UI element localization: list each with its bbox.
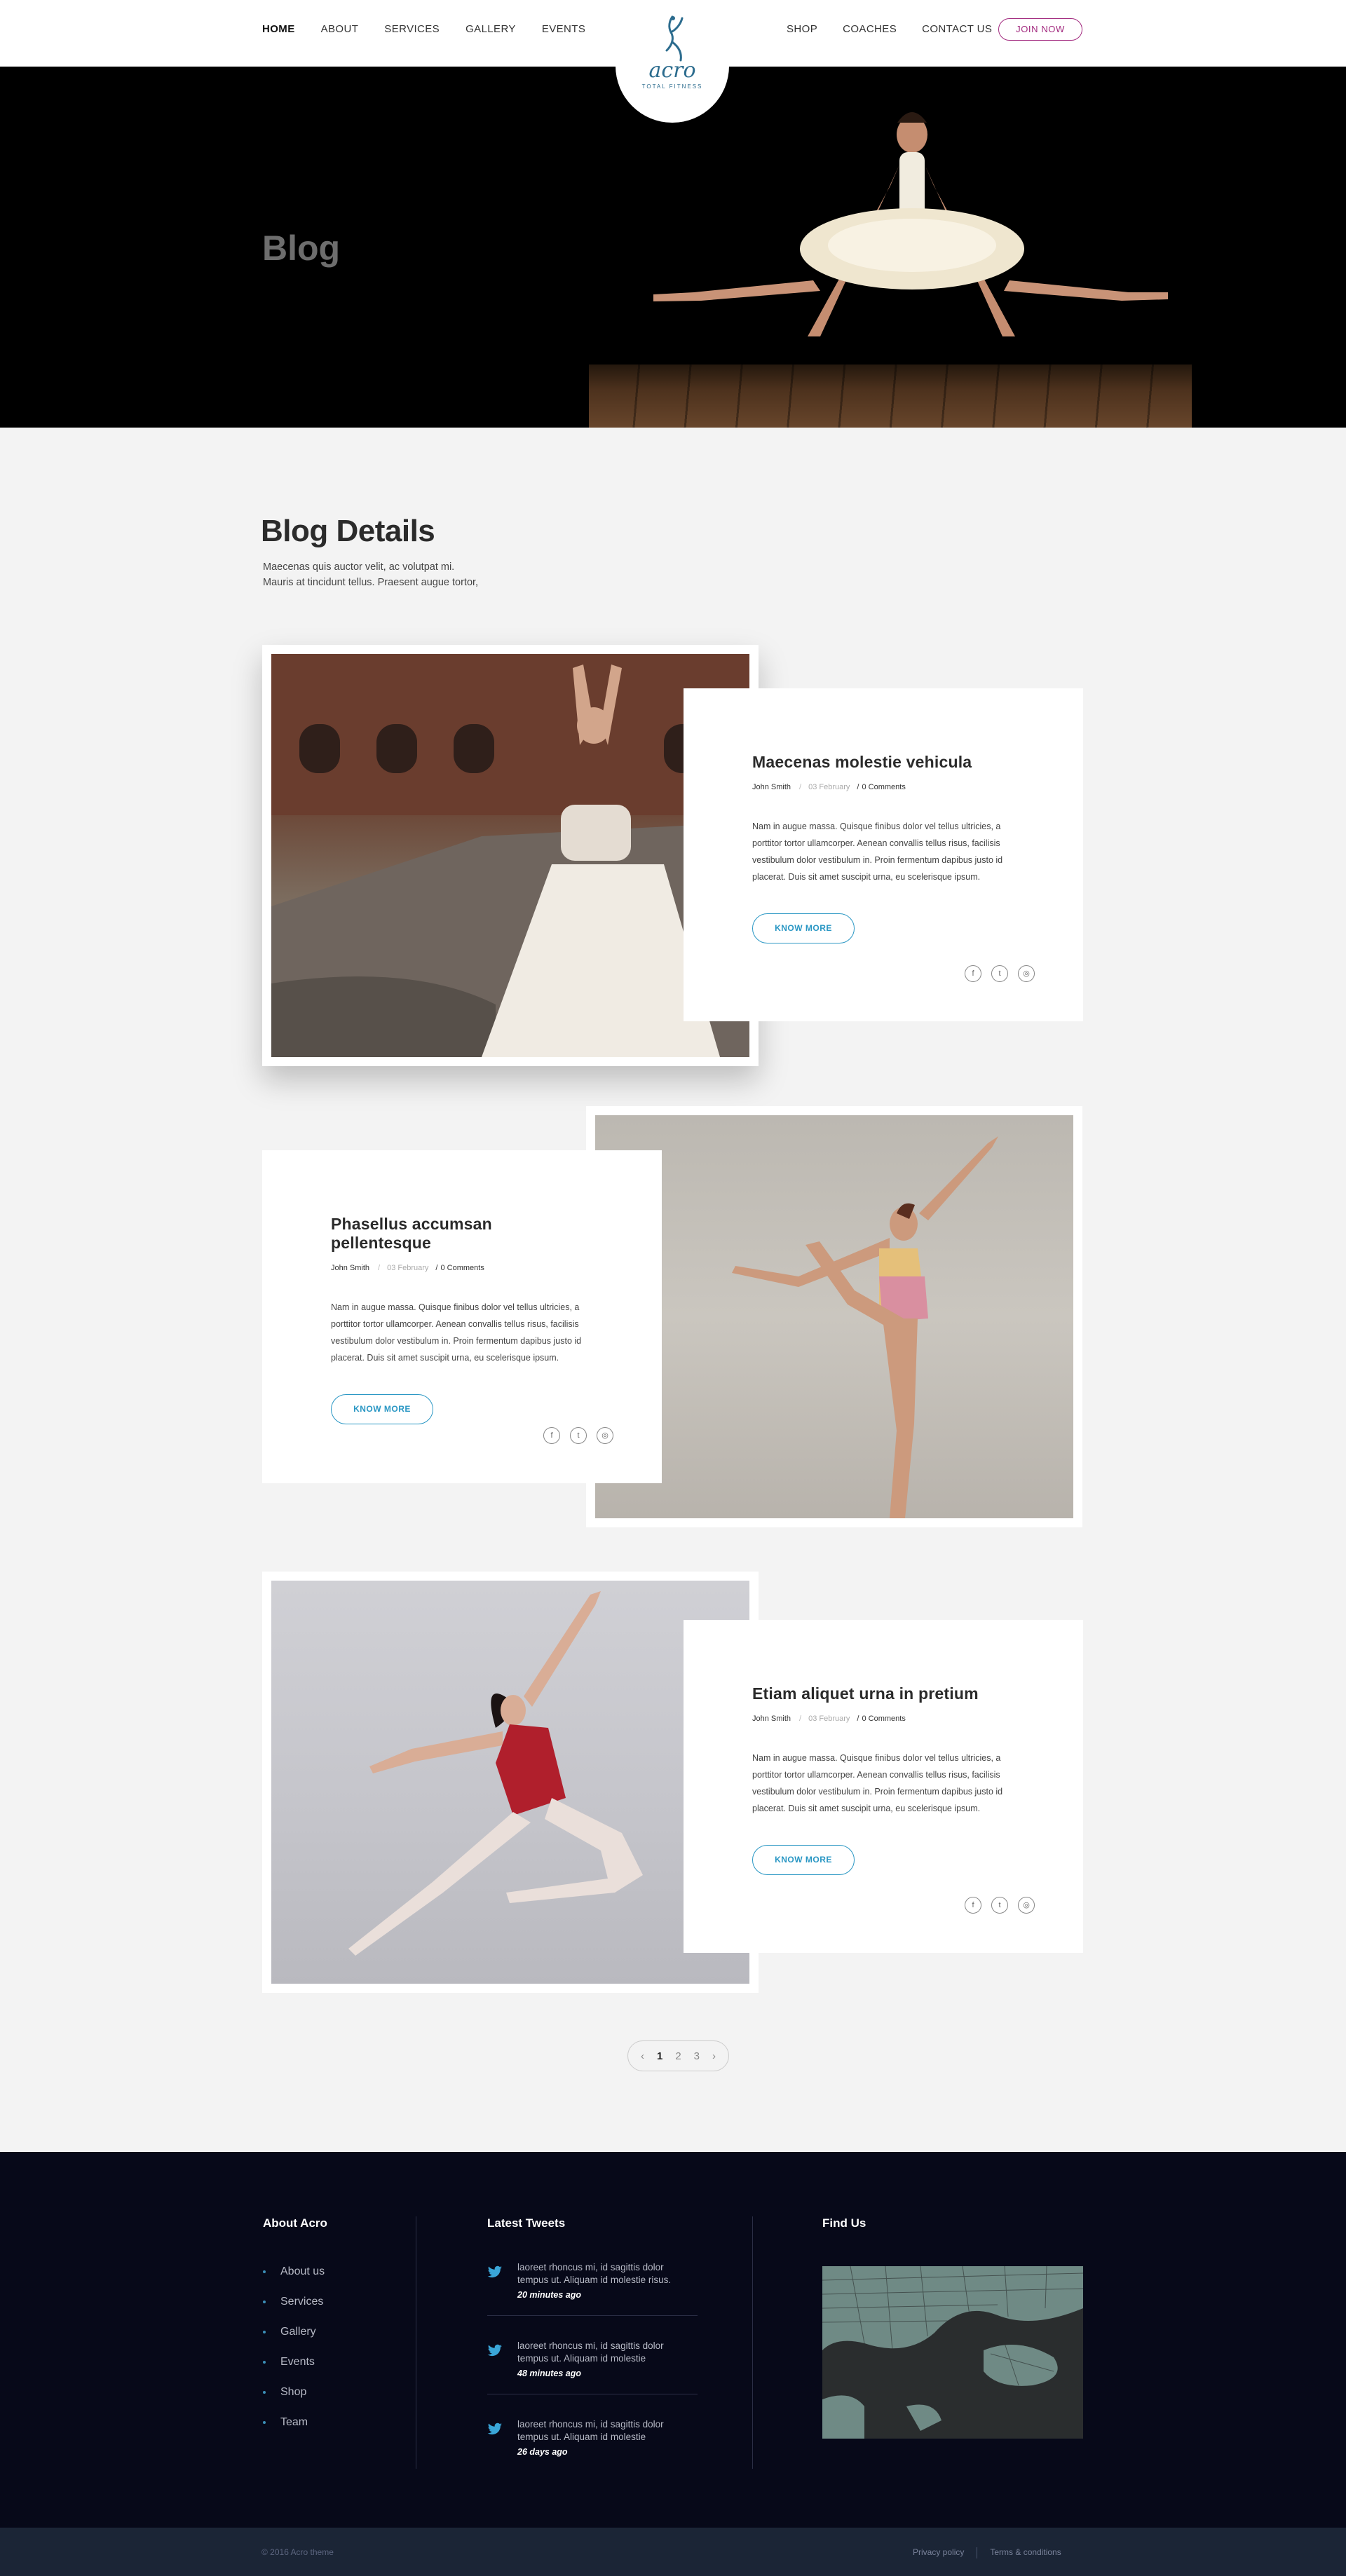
section-subtitle: Maecenas quis auctor velit, ac volutpat … (263, 561, 479, 588)
nav-home[interactable]: HOME (262, 23, 295, 35)
post-title[interactable]: Etiam aliquet urna in pretium (752, 1684, 1014, 1703)
tweet-time: 26 days ago (517, 2447, 568, 2457)
post-1-card: Maecenas molestie vehicula John Smith / … (684, 688, 1083, 1021)
twitter-icon[interactable]: t (991, 965, 1008, 982)
post-excerpt: Nam in augue massa. Quisque finibus dolo… (331, 1302, 582, 1363)
tweet-time: 20 minutes ago (517, 2290, 581, 2300)
nav-contact-us[interactable]: CONTACT US (922, 23, 992, 35)
tweet-item: laoreet rhoncus mi, id sagittis dolor tem… (487, 2340, 698, 2378)
post-3-card: Etiam aliquet urna in pretium John Smith… (684, 1620, 1083, 1953)
page-1[interactable]: 1 (657, 2050, 662, 2062)
nav-shop[interactable]: SHOP (787, 23, 817, 35)
post-excerpt: Nam in augue massa. Quisque finibus dolo… (752, 822, 1003, 882)
nav-services[interactable]: SERVICES (384, 23, 440, 35)
site-logo[interactable]: acro TOTAL FITNESS (616, 0, 729, 123)
logo-tagline: TOTAL FITNESS (641, 83, 703, 90)
terms-link[interactable]: Terms & conditions (990, 2547, 1061, 2558)
facebook-icon[interactable]: f (965, 965, 981, 982)
footer-link-shop[interactable]: Shop (263, 2386, 325, 2399)
instagram-icon[interactable]: ◎ (1018, 965, 1035, 982)
post-title[interactable]: Phasellus accumsan pellentesque (331, 1215, 593, 1253)
nav-events[interactable]: EVENTS (542, 23, 585, 35)
footer-link-team[interactable]: Team (263, 2416, 325, 2429)
footer-link-events[interactable]: Events (263, 2356, 325, 2369)
page-3[interactable]: 3 (694, 2050, 700, 2062)
know-more-button[interactable]: KNOW MORE (752, 913, 855, 943)
post-date: 03 February (387, 1264, 429, 1272)
post-meta: John Smith / 03 February / 0 Comments (752, 1715, 906, 1723)
site-footer: About Acro About us Services Gallery Eve… (0, 2152, 1346, 2528)
page-title: Blog (262, 229, 341, 268)
nav-about[interactable]: ABOUT (321, 23, 359, 35)
twitter-bird-icon (487, 2344, 502, 2357)
post-excerpt: Nam in augue massa. Quisque finibus dolo… (752, 1753, 1003, 1813)
post-3-image[interactable] (271, 1581, 749, 1984)
post-comments[interactable]: 0 Comments (862, 1715, 905, 1723)
tweet-time: 48 minutes ago (517, 2369, 581, 2378)
post-comments[interactable]: 0 Comments (862, 783, 905, 791)
instagram-icon[interactable]: ◎ (1018, 1897, 1035, 1914)
post-comments[interactable]: 0 Comments (440, 1264, 484, 1272)
bottom-bar: © 2016 Acro theme Privacy policy Terms &… (0, 2528, 1346, 2576)
know-more-button[interactable]: KNOW MORE (752, 1845, 855, 1875)
nav-coaches[interactable]: COACHES (843, 23, 897, 35)
twitter-bird-icon (487, 2422, 502, 2435)
post-meta: John Smith / 03 February / 0 Comments (752, 783, 906, 791)
post-meta: John Smith / 03 February / 0 Comments (331, 1264, 484, 1272)
social-share: f t ◎ (543, 1427, 613, 1444)
post-2-image[interactable] (595, 1115, 1073, 1518)
location-map[interactable] (822, 2266, 1083, 2439)
post-date: 03 February (808, 783, 850, 791)
post-date: 03 February (808, 1715, 850, 1723)
privacy-policy-link[interactable]: Privacy policy (913, 2547, 964, 2558)
copyright: © 2016 Acro theme (261, 2547, 334, 2557)
post-1-image[interactable] (271, 654, 749, 1057)
footer-about-title: About Acro (263, 2216, 327, 2230)
footer-links: About us Services Gallery Events Shop Te… (263, 2265, 325, 2446)
social-share: f t ◎ (965, 965, 1035, 982)
know-more-button[interactable]: KNOW MORE (331, 1394, 433, 1424)
logo-wordmark: acro (648, 58, 696, 83)
footer-find-us-title: Find Us (822, 2216, 866, 2230)
pagination-next-icon[interactable]: › (712, 2050, 716, 2062)
post-author[interactable]: John Smith (752, 1715, 791, 1723)
social-share: f t ◎ (965, 1897, 1035, 1914)
facebook-icon[interactable]: f (543, 1427, 560, 1444)
pagination-prev-icon[interactable]: ‹ (641, 2050, 644, 2062)
footer-divider (752, 2216, 753, 2469)
tweet-item: laoreet rhoncus mi, id sagittis dolor tem… (487, 2418, 698, 2457)
join-now-button[interactable]: JOIN NOW (998, 18, 1082, 41)
legal-links: Privacy policy Terms & conditions (913, 2547, 1061, 2558)
footer-link-gallery[interactable]: Gallery (263, 2326, 325, 2338)
section-title: Blog Details (261, 514, 435, 548)
post-author[interactable]: John Smith (331, 1264, 369, 1272)
post-author[interactable]: John Smith (752, 783, 791, 791)
tweet-item: laoreet rhoncus mi, id sagittis dolor tem… (487, 2261, 698, 2300)
nav-gallery[interactable]: GALLERY (465, 23, 516, 35)
pagination: ‹ 1 2 3 › (627, 2040, 729, 2071)
page-2[interactable]: 2 (675, 2050, 681, 2062)
dancer-logo-icon (665, 15, 684, 62)
twitter-icon[interactable]: t (991, 1897, 1008, 1914)
footer-link-about-us[interactable]: About us (263, 2265, 325, 2278)
twitter-bird-icon (487, 2265, 502, 2278)
post-2-card: Phasellus accumsan pellentesque John Smi… (262, 1150, 662, 1483)
primary-nav-left: HOME ABOUT SERVICES GALLERY EVENTS (262, 23, 611, 35)
footer-tweets-title: Latest Tweets (487, 2216, 566, 2230)
primary-nav-right: SHOP COACHES CONTACT US (787, 23, 1017, 35)
footer-link-services[interactable]: Services (263, 2296, 325, 2308)
facebook-icon[interactable]: f (965, 1897, 981, 1914)
post-title[interactable]: Maecenas molestie vehicula (752, 753, 1014, 772)
twitter-icon[interactable]: t (570, 1427, 587, 1444)
instagram-icon[interactable]: ◎ (597, 1427, 613, 1444)
